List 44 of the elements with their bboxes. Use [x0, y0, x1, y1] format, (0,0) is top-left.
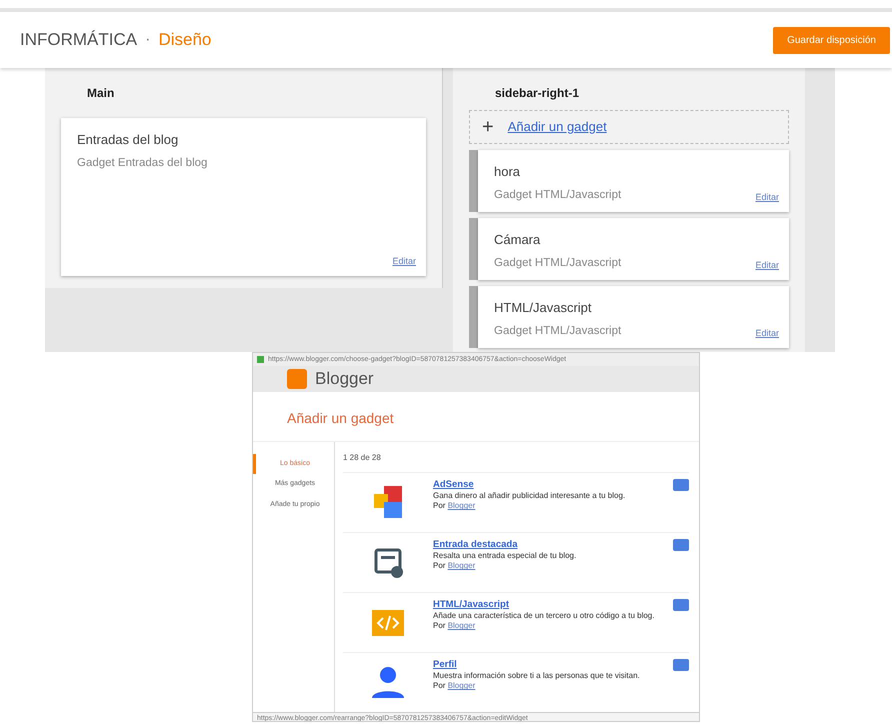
author-link[interactable]: Blogger	[448, 501, 476, 510]
gadget-description: Muestra información sobre ti a las personas que te visitan.	[433, 670, 641, 682]
gadget-type: Gadget HTML/Javascript	[494, 324, 622, 338]
add-gadget-link[interactable]: Añadir un gadget	[508, 117, 607, 137]
author-link[interactable]: Blogger	[448, 561, 476, 570]
gadget-name: hora	[494, 163, 522, 181]
author-link[interactable]: Blogger	[448, 621, 476, 630]
edit-link[interactable]: Editar	[392, 254, 416, 268]
separator: ·	[145, 30, 150, 50]
gadget-description: Resalta una entrada especial de tu blog.	[433, 550, 578, 562]
edit-link[interactable]: Editar	[755, 258, 779, 272]
section-title: Main	[87, 85, 116, 102]
gadget-name: Cámara	[494, 231, 542, 249]
gadget-link[interactable]: Perfil	[433, 658, 457, 670]
brand-name: Blogger	[315, 368, 374, 390]
person-icon	[370, 664, 406, 700]
drag-handle[interactable]	[469, 286, 478, 348]
blog-title: INFORMÁTICA	[20, 29, 138, 52]
by-label: Por	[433, 501, 446, 510]
gadget-type: Gadget Entradas del blog	[77, 156, 208, 170]
gadget-description: Añade una característica de un tercero u otro código a tu blog.	[433, 610, 656, 622]
gadget-type: Gadget HTML/Javascript	[494, 188, 622, 202]
save-button[interactable]: Guardar disposición	[773, 26, 890, 54]
gadget-description: Gana dinero al añadir publicidad interesante a tu blog.	[433, 490, 626, 502]
drag-handle[interactable]	[469, 150, 478, 212]
gadget-name: HTML/Javascript	[494, 299, 593, 317]
author-link[interactable]: Blogger	[448, 681, 476, 690]
gadget-type: Gadget HTML/Javascript	[494, 256, 622, 270]
by-label: Por	[433, 561, 446, 570]
gadget-link[interactable]: AdSense	[433, 478, 474, 490]
gadget-link[interactable]: HTML/Javascript	[433, 598, 510, 610]
logo-icon	[287, 368, 307, 389]
section-title: sidebar-right-1	[495, 85, 580, 102]
by-label: Por	[433, 621, 446, 630]
drag-handle[interactable]	[469, 218, 478, 280]
page-title: Diseño	[158, 29, 212, 52]
edit-link[interactable]: Editar	[755, 190, 779, 204]
by-label: Por	[433, 681, 446, 690]
gadget-name: Entradas del blog	[77, 131, 180, 149]
plus-icon: +	[482, 112, 494, 142]
gadget-link[interactable]: Entrada destacada	[433, 538, 518, 550]
edit-link[interactable]: Editar	[755, 326, 779, 340]
result-count: 1 28 de 28	[343, 452, 382, 464]
popup-title: Añadir un gadget	[286, 408, 395, 428]
